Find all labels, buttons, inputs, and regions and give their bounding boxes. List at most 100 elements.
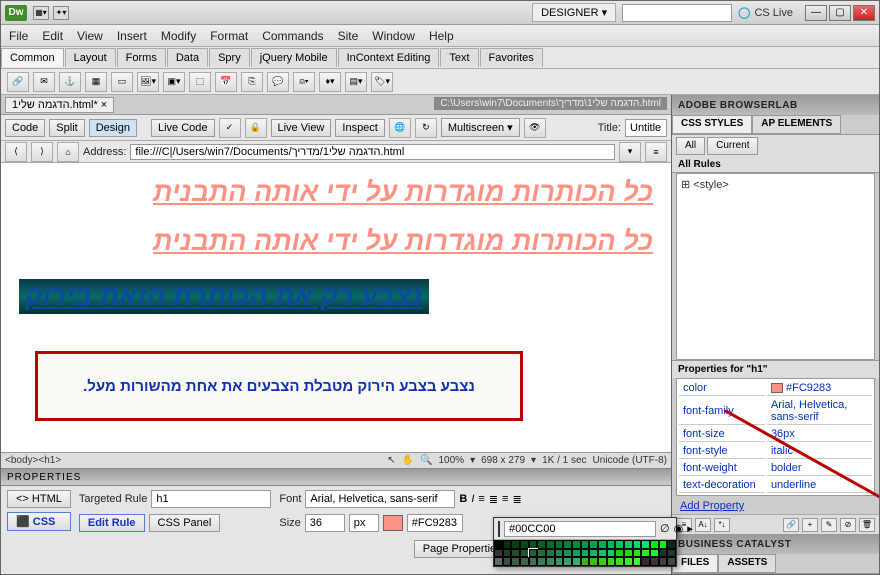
- delete-icon[interactable]: 🗑: [859, 518, 875, 532]
- color-cell[interactable]: [659, 540, 668, 549]
- color-cell[interactable]: [503, 540, 512, 549]
- tab-incontext[interactable]: InContext Editing: [338, 48, 440, 67]
- heading-3-selected[interactable]: נצבע רק את הכותרת הזאת בירוק: [19, 279, 429, 314]
- home-icon[interactable]: ⌂: [57, 142, 79, 162]
- script-icon[interactable]: ♦▾: [319, 72, 341, 92]
- layout-icon[interactable]: ▦▾: [33, 6, 49, 20]
- color-cell[interactable]: [563, 557, 572, 566]
- tab-common[interactable]: Common: [1, 48, 64, 67]
- menu-site[interactable]: Site: [338, 29, 359, 43]
- menu-window[interactable]: Window: [372, 29, 415, 43]
- show-set-icon[interactable]: *↓: [714, 518, 730, 532]
- hand-tool-icon[interactable]: ✋: [402, 455, 414, 466]
- html-mode-button[interactable]: <> HTML: [7, 490, 71, 508]
- table-row[interactable]: font-weightbolder: [679, 461, 872, 476]
- inspect-icon[interactable]: ✓: [219, 118, 241, 138]
- search-input[interactable]: [622, 4, 732, 22]
- widget-icon[interactable]: ⬚: [189, 72, 211, 92]
- color-cell[interactable]: [624, 549, 633, 558]
- color-palette[interactable]: [494, 540, 676, 566]
- zoom-tool-icon[interactable]: 🔍: [420, 455, 432, 466]
- business-catalyst-header[interactable]: BUSINESS CATALYST: [672, 534, 879, 554]
- live-view-button[interactable]: Live View: [271, 119, 332, 137]
- color-cell[interactable]: [650, 540, 659, 549]
- color-cell[interactable]: [555, 549, 564, 558]
- targeted-rule-select[interactable]: [151, 490, 271, 508]
- tab-ap-elements[interactable]: AP ELEMENTS: [752, 115, 841, 134]
- table-row[interactable]: text-decorationunderline: [679, 478, 872, 493]
- color-cell[interactable]: [563, 540, 572, 549]
- lock-icon[interactable]: 🔒: [245, 118, 267, 138]
- sort-az-icon[interactable]: A↓: [695, 518, 711, 532]
- color-cell[interactable]: [581, 549, 590, 558]
- color-cell[interactable]: [641, 549, 650, 558]
- edit-icon[interactable]: ✎: [821, 518, 837, 532]
- dimensions[interactable]: 698 x 279: [481, 455, 525, 466]
- color-cell[interactable]: [650, 549, 659, 558]
- extension-icon[interactable]: ✦▾: [53, 6, 69, 20]
- color-cell[interactable]: [650, 557, 659, 566]
- color-cell[interactable]: [572, 557, 581, 566]
- addr-list-icon[interactable]: ≡: [645, 142, 667, 162]
- color-cell[interactable]: [520, 549, 529, 558]
- tag-selector[interactable]: <body><h1>: [5, 455, 61, 466]
- template-icon[interactable]: ▤▾: [345, 72, 367, 92]
- tab-forms[interactable]: Forms: [117, 48, 166, 67]
- color-cell[interactable]: [667, 557, 676, 566]
- heading-2[interactable]: כל הכותרות מוגדרות על ידי אותה התבנית: [19, 226, 653, 257]
- menu-insert[interactable]: Insert: [117, 29, 147, 43]
- table-row[interactable]: font-familyArial, Helvetica, sans-serif: [679, 398, 872, 425]
- color-cell[interactable]: [537, 540, 546, 549]
- font-color-swatch[interactable]: [383, 515, 403, 531]
- color-cell[interactable]: [511, 557, 520, 566]
- close-tab-icon[interactable]: ×: [101, 99, 107, 111]
- color-cell[interactable]: [529, 540, 538, 549]
- address-input[interactable]: [130, 144, 615, 160]
- cs-live[interactable]: ◯CS Live: [738, 6, 793, 19]
- zoom-value[interactable]: 100%: [438, 455, 464, 466]
- add-property-link[interactable]: Add Property: [672, 498, 879, 514]
- font-select[interactable]: [305, 490, 455, 508]
- maximize-button[interactable]: ▢: [829, 5, 851, 21]
- attach-css-icon[interactable]: 🔗: [783, 518, 799, 532]
- color-cell[interactable]: [546, 557, 555, 566]
- table-row[interactable]: color #FC9283: [679, 381, 872, 396]
- color-cell[interactable]: [667, 549, 676, 558]
- bold-icon[interactable]: B: [459, 493, 467, 505]
- live-code-button[interactable]: Live Code: [151, 119, 215, 137]
- document-tab[interactable]: הדגמה שלי1.html* ×: [5, 97, 114, 113]
- tab-spry[interactable]: Spry: [209, 48, 250, 67]
- color-cell[interactable]: [641, 557, 650, 566]
- align-justify-icon[interactable]: ≣: [512, 493, 521, 506]
- color-cell[interactable]: [659, 557, 668, 566]
- color-cell[interactable]: [563, 549, 572, 558]
- menu-view[interactable]: View: [77, 29, 103, 43]
- minimize-button[interactable]: —: [805, 5, 827, 21]
- pointer-tool-icon[interactable]: ↖: [387, 455, 395, 466]
- color-cell[interactable]: [503, 557, 512, 566]
- color-wheel-icon[interactable]: ◉: [674, 522, 684, 535]
- color-cell[interactable]: [537, 549, 546, 558]
- align-left-icon[interactable]: ≡: [478, 493, 484, 505]
- date-icon[interactable]: 📅: [215, 72, 237, 92]
- color-cell[interactable]: [503, 549, 512, 558]
- table-row[interactable]: font-size36px: [679, 427, 872, 442]
- color-menu-icon[interactable]: ▸: [687, 522, 693, 535]
- forward-icon[interactable]: ⟩: [31, 142, 53, 162]
- color-cell[interactable]: [659, 549, 668, 558]
- menu-format[interactable]: Format: [210, 29, 248, 43]
- color-cell[interactable]: [555, 540, 564, 549]
- align-center-icon[interactable]: ≣: [489, 493, 498, 506]
- preview-icon[interactable]: 👁: [524, 118, 546, 138]
- size-unit-select[interactable]: [349, 514, 379, 532]
- menu-help[interactable]: Help: [429, 29, 454, 43]
- color-cell[interactable]: [589, 540, 598, 549]
- rules-list[interactable]: ⊞ <style>: [676, 173, 875, 360]
- no-color-icon[interactable]: ∅: [660, 522, 670, 535]
- ssi-icon[interactable]: ⎘: [241, 72, 263, 92]
- div-icon[interactable]: ▭: [111, 72, 133, 92]
- tab-jquery-mobile[interactable]: jQuery Mobile: [251, 48, 337, 67]
- color-cell[interactable]: [633, 549, 642, 558]
- inspect-button[interactable]: Inspect: [335, 119, 384, 137]
- color-cell[interactable]: [624, 557, 633, 566]
